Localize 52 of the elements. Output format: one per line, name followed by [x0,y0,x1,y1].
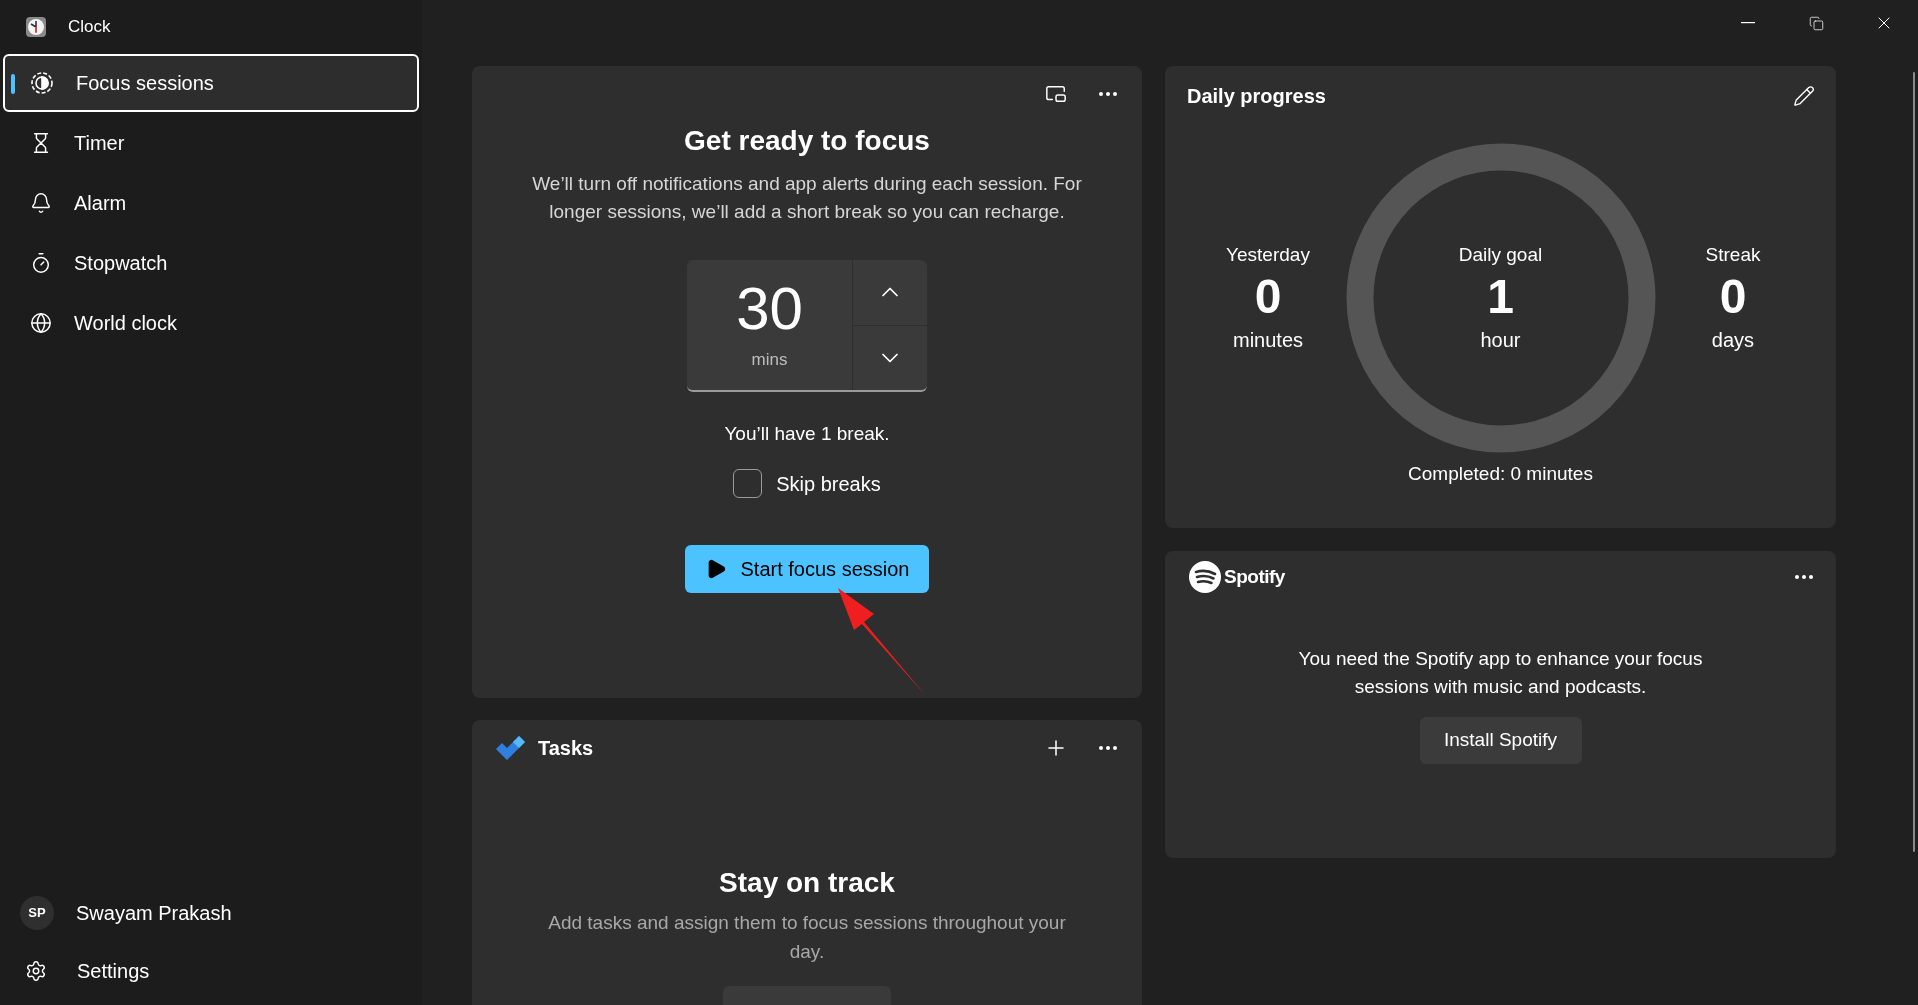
nav-item[interactable]: Focus sessions [3,54,419,112]
focus-icon [30,71,54,95]
nav-item[interactable]: Timer [3,114,419,172]
stat-unit: days [1711,328,1755,354]
completed-text: Completed: 0 minutes [1408,462,1593,486]
checkmark-icon [494,735,526,761]
stat-value: 0 [1254,269,1282,326]
more-icon [1099,92,1117,96]
stat-label: Daily goal [1458,242,1543,267]
nav-item[interactable]: Stopwatch [3,234,419,292]
duration-unit: mins [751,349,788,372]
focus-title: Get ready to focus [684,124,930,158]
restore-icon [1808,15,1824,31]
nav-item[interactable]: World clock [3,294,419,352]
scrollbar[interactable] [1913,72,1915,852]
stat-unit: hour [1480,328,1521,354]
install-spotify-button[interactable]: Install Spotify [1419,717,1582,764]
account-name: Swayam Prakash [76,901,232,926]
selection-indicator [11,74,15,94]
spotify-message: You need the Spotify app to enhance your focus sessions with music and podcasts. [1297,647,1704,699]
stat-value: 0 [1719,269,1747,326]
skip-breaks-checkbox[interactable] [733,469,763,498]
pencil-icon [1793,85,1815,107]
bell-icon [30,192,52,214]
app-title: Clock [68,16,111,39]
clock-logo-icon [24,15,48,39]
duration-value: 30 [736,277,803,342]
spotify-wordmark: Spotify [1224,564,1285,589]
tasks-empty-text: Add tasks and assign them to focus sessions throughout your day. [547,911,1067,964]
window-arrow-icon [1045,83,1067,105]
stat-unit: minutes [1233,328,1303,354]
account-button[interactable]: SP Swayam Prakash [0,885,422,941]
tasks-empty-title: Stay on track [719,866,895,900]
nav-item[interactable]: Alarm [3,174,419,232]
settings-icon [25,960,47,982]
start-focus-button[interactable]: Start focus session [685,544,929,593]
stat-label: Streak [1705,242,1761,267]
stat-value: 1 [1487,269,1514,326]
avatar: SP [20,896,54,930]
skip-breaks-label: Skip breaks [776,471,881,497]
focus-description: We’ll turn off notifications and app alerts during each session. For longer sessions, we’ll add a short break so you can recharge. [531,172,1083,224]
settings-button[interactable]: Settings [0,941,422,1001]
tasks-title: Tasks [538,736,594,761]
more-icon [1099,746,1117,750]
more-icon [1795,575,1813,579]
stopwatch-icon [30,252,52,274]
globe-icon [30,312,52,334]
minimize-icon [1741,22,1755,24]
daily-progress-title: Daily progress [1187,84,1326,109]
spotify-logo-icon [1189,561,1221,593]
breaks-info: You’ll have 1 break. [724,422,890,446]
stat-label: Yesterday [1226,242,1310,267]
